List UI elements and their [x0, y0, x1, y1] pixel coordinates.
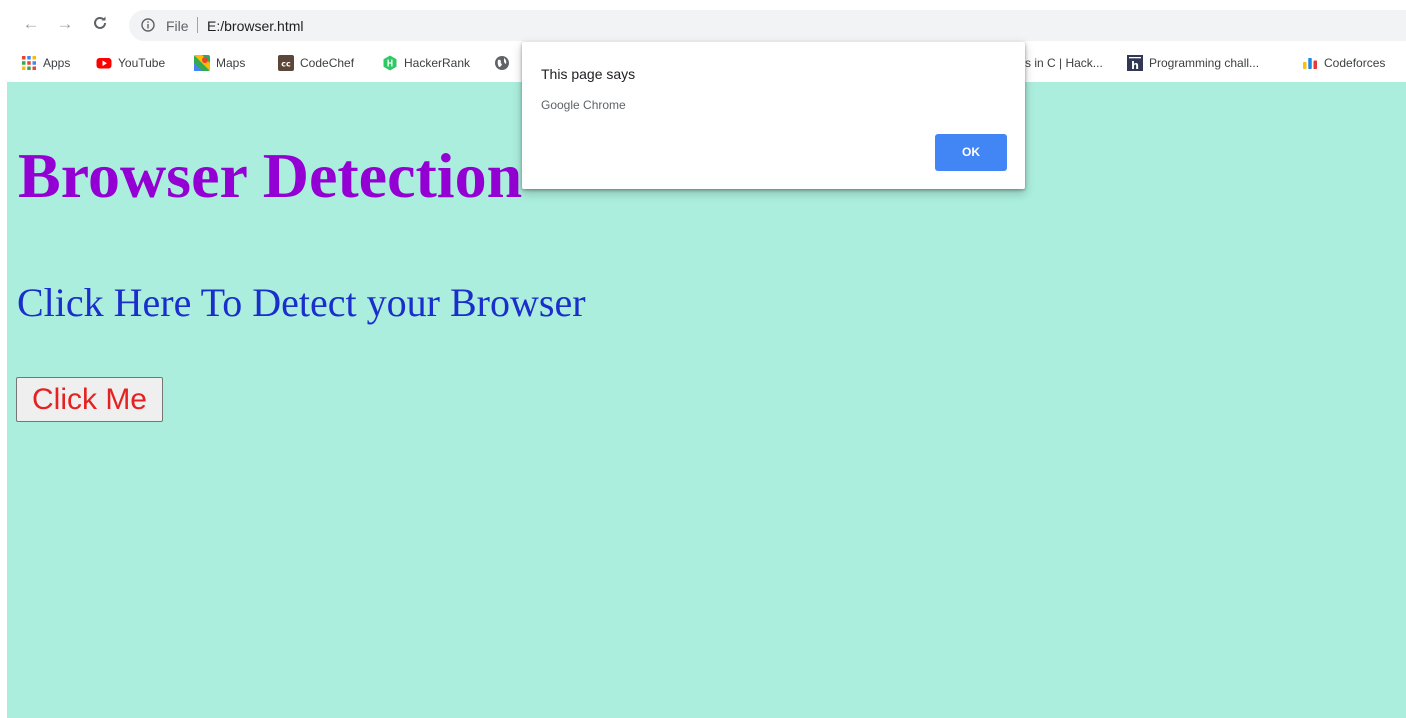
- bookmark-label: Apps: [43, 56, 71, 70]
- codeforces-icon: [1303, 58, 1317, 69]
- dialog-title: This page says: [541, 66, 636, 82]
- bookmark-label: Codeforces: [1324, 56, 1386, 70]
- reload-icon[interactable]: [91, 14, 109, 32]
- page-heading: Browser Detection: [18, 140, 523, 211]
- browser-toolbar: ← → File E:/browser.html: [0, 0, 1406, 44]
- bookmark-codechef[interactable]: cc CodeChef: [278, 54, 354, 72]
- bookmark-label: HackerRank: [404, 56, 471, 70]
- bookmark-codeforces[interactable]: Codeforces: [1302, 54, 1385, 72]
- dialog-message: Google Chrome: [541, 98, 626, 112]
- apps-grid-icon: [22, 56, 36, 70]
- click-me-button[interactable]: Click Me: [16, 377, 163, 422]
- bookmark-hackerrank[interactable]: HackerRank: [382, 54, 470, 72]
- bookmark-globe[interactable]: [494, 54, 516, 72]
- svg-text:cc: cc: [281, 60, 291, 69]
- bookmark-label: Programming chall...: [1149, 56, 1260, 70]
- bookmark-apps[interactable]: Apps: [21, 54, 70, 72]
- alert-dialog: This page says Google Chrome OK: [522, 42, 1025, 189]
- bookmark-maps[interactable]: Maps: [194, 54, 245, 72]
- url-text[interactable]: E:/browser.html: [207, 18, 303, 34]
- hackerearth-icon: h: [1127, 55, 1143, 71]
- address-bar[interactable]: File E:/browser.html: [129, 10, 1406, 41]
- codechef-icon: cc: [278, 55, 294, 71]
- maps-icon: [194, 55, 210, 71]
- svg-text:h: h: [1131, 59, 1139, 71]
- bookmark-label: CodeChef: [300, 56, 355, 70]
- info-icon[interactable]: [141, 18, 155, 32]
- bookmark-label: s in C | Hack...: [1025, 56, 1103, 70]
- bookmark-youtube[interactable]: YouTube: [96, 54, 165, 72]
- bookmark-c-hackerrank[interactable]: s in C | Hack...: [1025, 54, 1103, 72]
- bookmark-label: Maps: [216, 56, 246, 70]
- globe-icon: [495, 56, 509, 70]
- forward-arrow-icon[interactable]: →: [56, 14, 74, 32]
- youtube-icon: [96, 58, 112, 69]
- url-scheme-label: File: [166, 18, 189, 34]
- back-arrow-icon[interactable]: ←: [22, 14, 40, 32]
- page-subheading: Click Here To Detect your Browser: [17, 280, 586, 325]
- bookmark-label: YouTube: [118, 56, 166, 70]
- bookmark-programming-challenges[interactable]: h Programming chall...: [1127, 54, 1259, 72]
- url-separator: [197, 17, 198, 33]
- hackerrank-icon: [383, 55, 397, 71]
- browser-window: ← → File E:/browser.html Apps YouTube Ma…: [0, 0, 1406, 718]
- ok-button[interactable]: OK: [935, 134, 1007, 171]
